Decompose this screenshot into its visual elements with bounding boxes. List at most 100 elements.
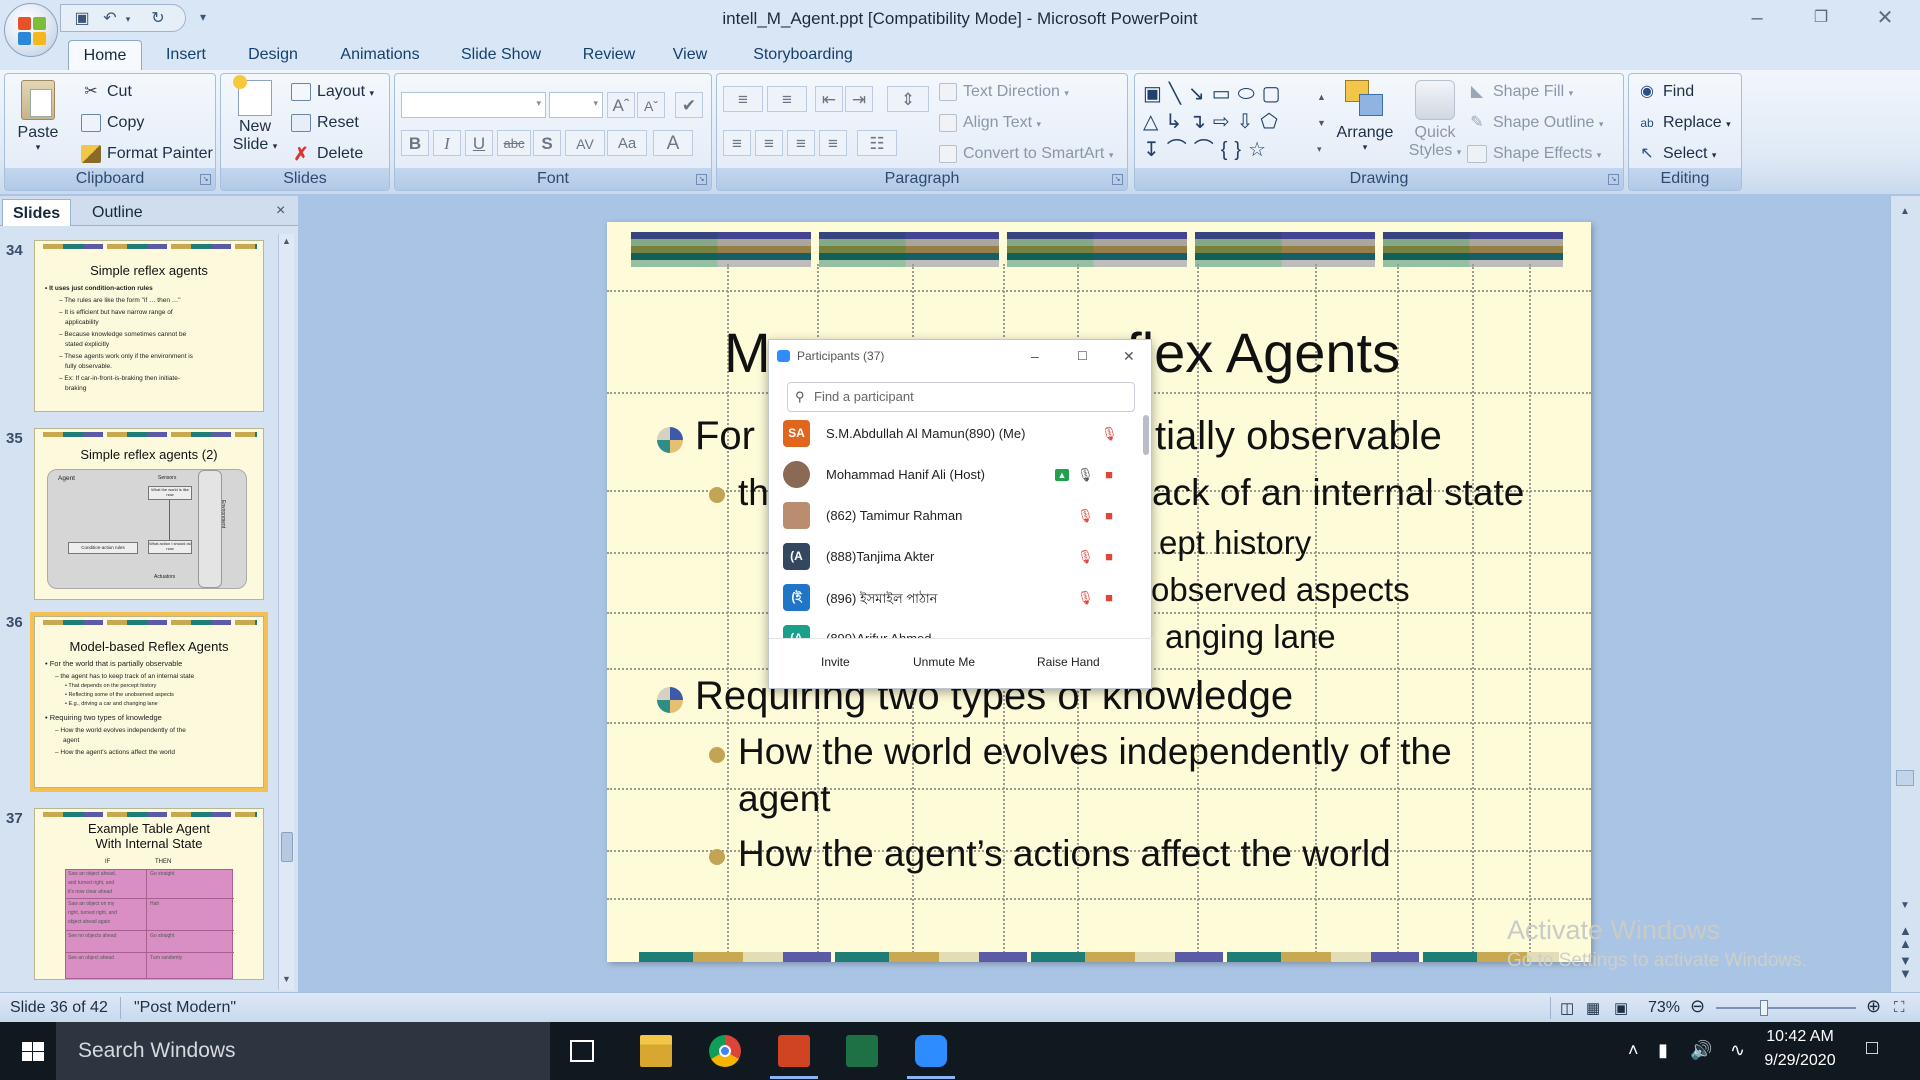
- wifi-icon[interactable]: ∿: [1730, 1040, 1745, 1061]
- invite-button[interactable]: Invite: [821, 655, 850, 669]
- delete-button[interactable]: ✗ Delete: [291, 145, 363, 163]
- participant-row[interactable]: (862) Tamimur Rahman 🎙 ■: [783, 497, 1123, 535]
- tab-storyboarding[interactable]: Storyboarding: [744, 40, 862, 70]
- volume-icon[interactable]: 🔊: [1690, 1040, 1712, 1061]
- notifications-icon[interactable]: □: [1866, 1037, 1878, 1060]
- slide-thumbnail-36[interactable]: Model-based Reflex Agents • For the worl…: [30, 612, 268, 792]
- show-hidden-icons-icon[interactable]: ˄: [1628, 1040, 1639, 1061]
- font-size-dropdown[interactable]: ▾: [549, 92, 603, 118]
- slide-thumbnail-34[interactable]: Simple reflex agents • It uses just cond…: [34, 240, 264, 412]
- close-icon[interactable]: ✕: [1123, 340, 1135, 372]
- raise-hand-button[interactable]: Raise Hand: [1037, 655, 1100, 669]
- slide-vertical-scrollbar[interactable]: ▲ ▼ ▲ ▲ ▼ ▼: [1890, 196, 1920, 992]
- align-center-icon[interactable]: ≡: [755, 130, 783, 156]
- zoom-slider[interactable]: [1716, 1000, 1856, 1016]
- participant-row[interactable]: Mohammad Hanif Ali (Host) ▲ 🎙 ■: [783, 456, 1123, 494]
- restore-icon[interactable]: ❐: [1806, 6, 1836, 30]
- bullets-icon[interactable]: ≡: [723, 86, 763, 112]
- drawing-launcher-icon[interactable]: ↘: [1608, 174, 1619, 185]
- shapes-scroll-icon[interactable]: ▲ ▼ ▾: [1317, 84, 1327, 164]
- grow-font-icon[interactable]: Aˆ: [607, 92, 635, 118]
- shape-fill-button[interactable]: ◣ Shape Fill ▾: [1467, 83, 1573, 101]
- windows-start-icon[interactable]: [22, 1042, 44, 1062]
- tab-review[interactable]: Review: [578, 40, 640, 70]
- normal-view-icon[interactable]: ◫: [1560, 999, 1574, 1017]
- align-text-button[interactable]: Align Text ▾: [939, 114, 1041, 132]
- zoom-out-icon[interactable]: ⊖: [1690, 996, 1705, 1017]
- scroll-up-icon[interactable]: ▲: [1900, 206, 1910, 217]
- file-explorer-icon[interactable]: [640, 1035, 672, 1067]
- zoom-slider-thumb[interactable]: [1760, 1000, 1768, 1016]
- align-right-icon[interactable]: ≡: [787, 130, 815, 156]
- battery-icon[interactable]: ▮: [1658, 1040, 1668, 1061]
- copy-button[interactable]: Copy: [81, 114, 144, 132]
- tab-view[interactable]: View: [666, 40, 714, 70]
- tab-animations[interactable]: Animations: [330, 40, 430, 70]
- replace-button[interactable]: ab Replace ▾: [1637, 114, 1730, 132]
- bold-button[interactable]: B: [401, 130, 429, 156]
- tab-design[interactable]: Design: [240, 40, 306, 70]
- columns-icon[interactable]: ☷: [857, 130, 897, 156]
- font-name-dropdown[interactable]: ▾: [401, 92, 546, 118]
- shape-outline-button[interactable]: ✎ Shape Outline ▾: [1467, 114, 1603, 132]
- participant-row[interactable]: (ই (896) ইসমাইল পাঠান 🎙 ■: [783, 579, 1123, 617]
- close-panel-icon[interactable]: ×: [276, 202, 285, 220]
- reset-button[interactable]: Reset: [291, 114, 359, 132]
- line-spacing-icon[interactable]: ⇕: [887, 86, 929, 112]
- minimize-icon[interactable]: –: [1031, 340, 1039, 372]
- tab-outline-panel[interactable]: Outline: [82, 199, 153, 226]
- clipboard-launcher-icon[interactable]: ↘: [200, 174, 211, 185]
- scrollbar-thumb[interactable]: [281, 832, 293, 862]
- scroll-down-icon[interactable]: ▼: [282, 974, 291, 984]
- font-color-button[interactable]: A: [653, 130, 693, 156]
- shape-effects-button[interactable]: Shape Effects ▾: [1467, 145, 1601, 163]
- shrink-font-icon[interactable]: Aˇ: [637, 92, 665, 118]
- scroll-down-icon[interactable]: ▼: [1900, 900, 1910, 911]
- arrange-button[interactable]: Arrange ▾: [1335, 80, 1395, 153]
- select-button[interactable]: ↖ Select ▾: [1637, 145, 1716, 163]
- paste-button[interactable]: Paste ▾: [13, 80, 63, 153]
- excel-icon[interactable]: [846, 1035, 878, 1067]
- tab-home[interactable]: Home: [68, 40, 142, 70]
- participant-row[interactable]: (A (888)Tanjima Akter 🎙 ■: [783, 538, 1123, 576]
- justify-icon[interactable]: ≡: [819, 130, 847, 156]
- convert-smartart-button[interactable]: Convert to SmartArt ▾: [939, 145, 1113, 163]
- scrollbar-thumb[interactable]: [1896, 770, 1914, 786]
- participant-search-input[interactable]: ⚲ Find a participant: [787, 382, 1135, 412]
- change-case-button[interactable]: Aa: [607, 130, 647, 156]
- font-launcher-icon[interactable]: ↘: [696, 174, 707, 185]
- slide-thumbnail-37[interactable]: Example Table Agent With Internal State …: [34, 808, 264, 980]
- decrease-indent-icon[interactable]: ⇤: [815, 86, 843, 112]
- find-button[interactable]: ◉ Find: [1637, 83, 1694, 101]
- zoom-app-icon[interactable]: [915, 1035, 947, 1067]
- tab-insert[interactable]: Insert: [158, 40, 214, 70]
- clock-date[interactable]: 9/29/2020: [1764, 1052, 1836, 1070]
- italic-button[interactable]: I: [433, 130, 461, 156]
- text-direction-button[interactable]: Text Direction ▾: [939, 83, 1069, 101]
- underline-button[interactable]: U: [465, 130, 493, 156]
- paragraph-launcher-icon[interactable]: ↘: [1112, 174, 1123, 185]
- scroll-up-icon[interactable]: ▲: [282, 236, 291, 246]
- next-slide-icon[interactable]: ▼ ▼: [1899, 954, 1912, 980]
- chrome-icon[interactable]: [709, 1035, 741, 1067]
- new-slide-button[interactable]: New Slide ▾: [227, 75, 283, 154]
- tab-slide-show[interactable]: Slide Show: [456, 40, 546, 70]
- participant-row[interactable]: (A (899)Arifur Ahmed: [783, 620, 1123, 639]
- minimize-icon[interactable]: –: [1742, 6, 1772, 30]
- slide-sorter-icon[interactable]: ▦: [1586, 999, 1600, 1017]
- tab-slides-panel[interactable]: Slides: [2, 199, 72, 226]
- align-left-icon[interactable]: ≡: [723, 130, 751, 156]
- character-spacing-button[interactable]: AV: [565, 130, 605, 156]
- taskbar-search-box[interactable]: Search Windows: [56, 1022, 550, 1080]
- shapes-gallery[interactable]: ▣╲↘▭⬭▢ △↳↴⇨⇩⬠ ↧⌒⌒{}☆: [1143, 80, 1313, 166]
- format-painter-button[interactable]: Format Painter: [81, 145, 213, 163]
- participant-scrollbar[interactable]: [1143, 415, 1149, 639]
- zoom-level[interactable]: 73%: [1648, 999, 1680, 1017]
- slide-show-icon[interactable]: ▣: [1614, 999, 1628, 1017]
- text-shadow-button[interactable]: S: [533, 130, 561, 156]
- quick-styles-button[interactable]: Quick Styles ▾: [1405, 80, 1465, 160]
- maximize-icon[interactable]: ☐: [1077, 340, 1088, 372]
- strikethrough-button[interactable]: abc: [497, 130, 531, 156]
- thumbnail-scrollbar[interactable]: ▲ ▼: [278, 234, 294, 990]
- task-view-icon[interactable]: [570, 1040, 594, 1062]
